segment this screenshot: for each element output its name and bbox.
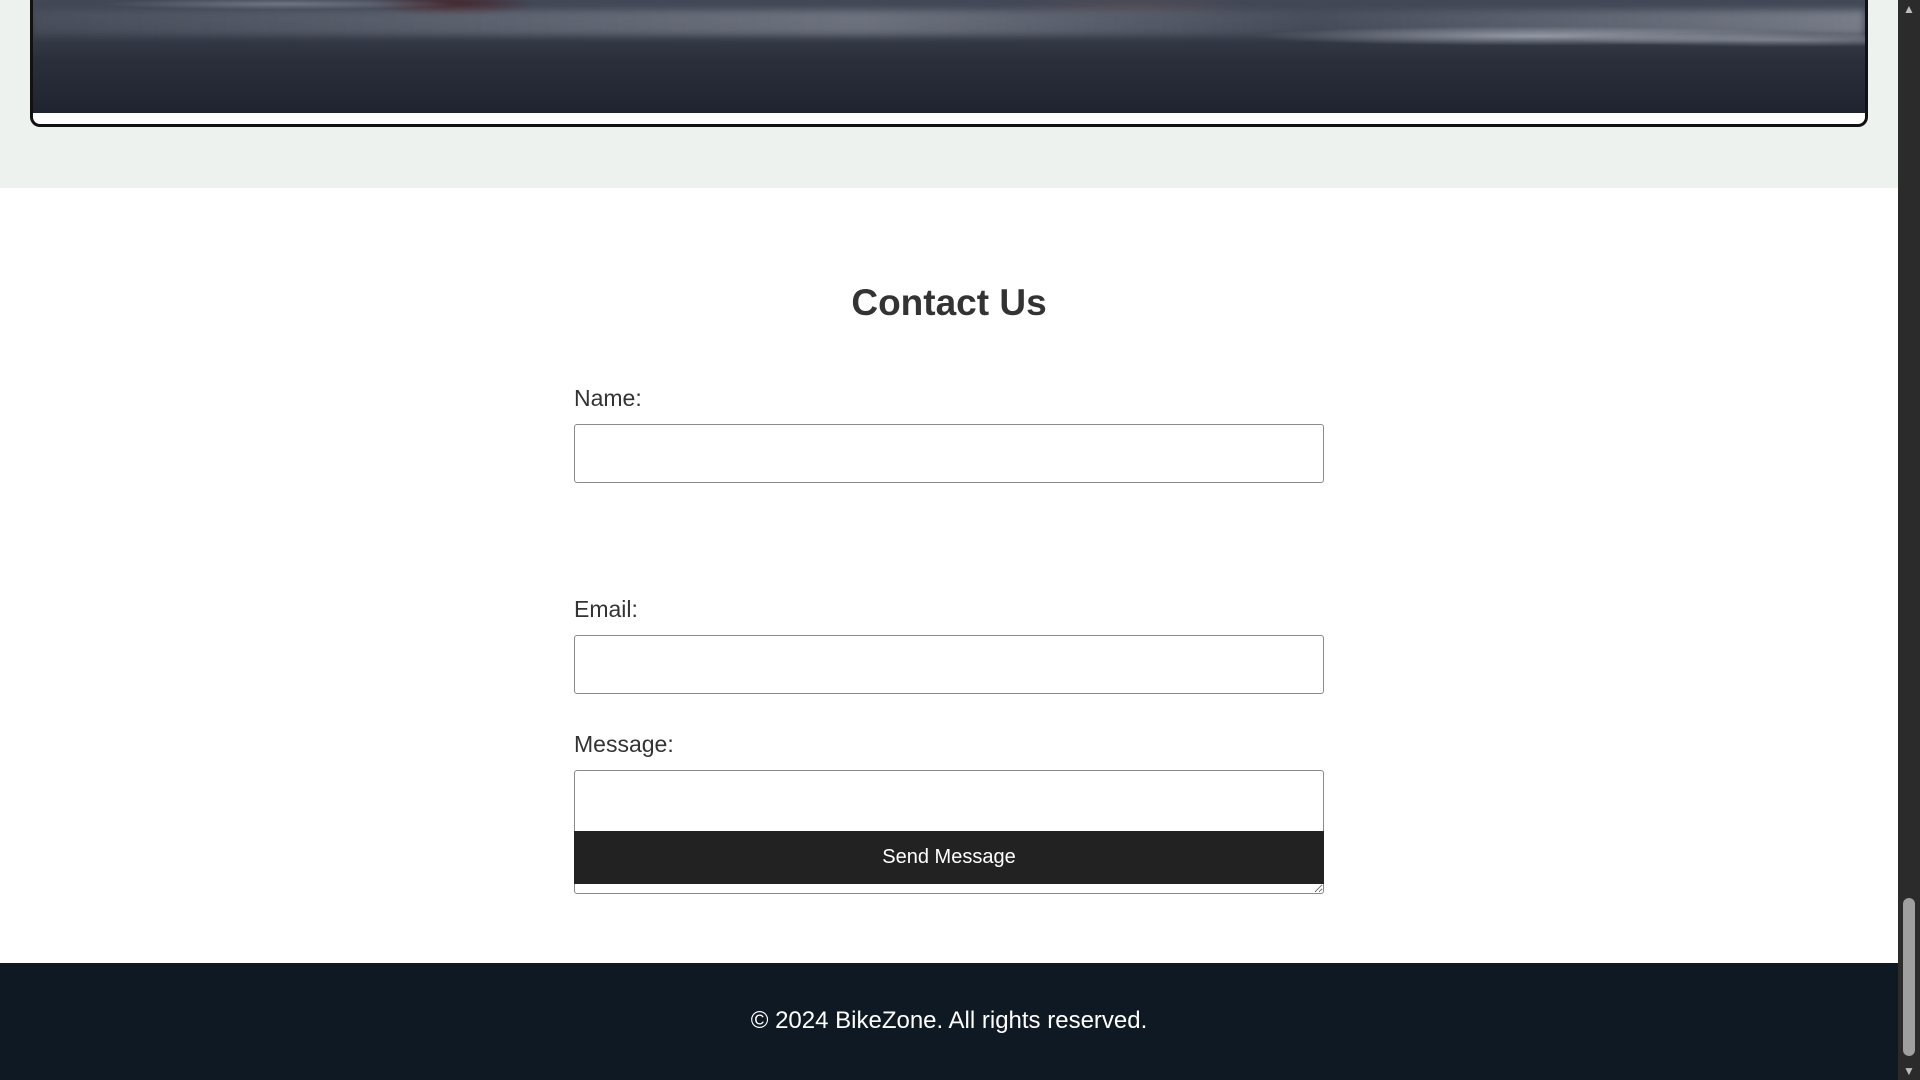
message-label: Message: (574, 731, 674, 757)
vertical-scrollbar[interactable]: ▲ ▼ (1898, 0, 1920, 1080)
email-label: Email: (574, 596, 638, 622)
gallery-card (30, 0, 1868, 127)
contact-title: Contact Us (851, 282, 1047, 323)
name-field-group: Name: (574, 384, 1324, 483)
name-input[interactable] (574, 424, 1324, 483)
email-field-group: Email: (574, 595, 1324, 694)
scroll-up-arrow-icon[interactable]: ▲ (1898, 0, 1920, 18)
email-input[interactable] (574, 635, 1324, 694)
contact-section: Contact Us Name: Email: Message: Send Me… (0, 188, 1898, 963)
scroll-down-arrow-icon[interactable]: ▼ (1898, 1062, 1920, 1080)
footer: © 2024 BikeZone. All rights reserved. (0, 963, 1898, 1080)
footer-copyright: © 2024 BikeZone. All rights reserved. (750, 1007, 1148, 1034)
name-label: Name: (574, 385, 642, 411)
scrollbar-thumb[interactable] (1903, 898, 1915, 1056)
send-message-button[interactable]: Send Message (574, 831, 1324, 884)
gallery-image (33, 0, 1865, 113)
gallery-section (0, 0, 1898, 188)
page: Contact Us Name: Email: Message: Send Me… (0, 0, 1898, 1080)
